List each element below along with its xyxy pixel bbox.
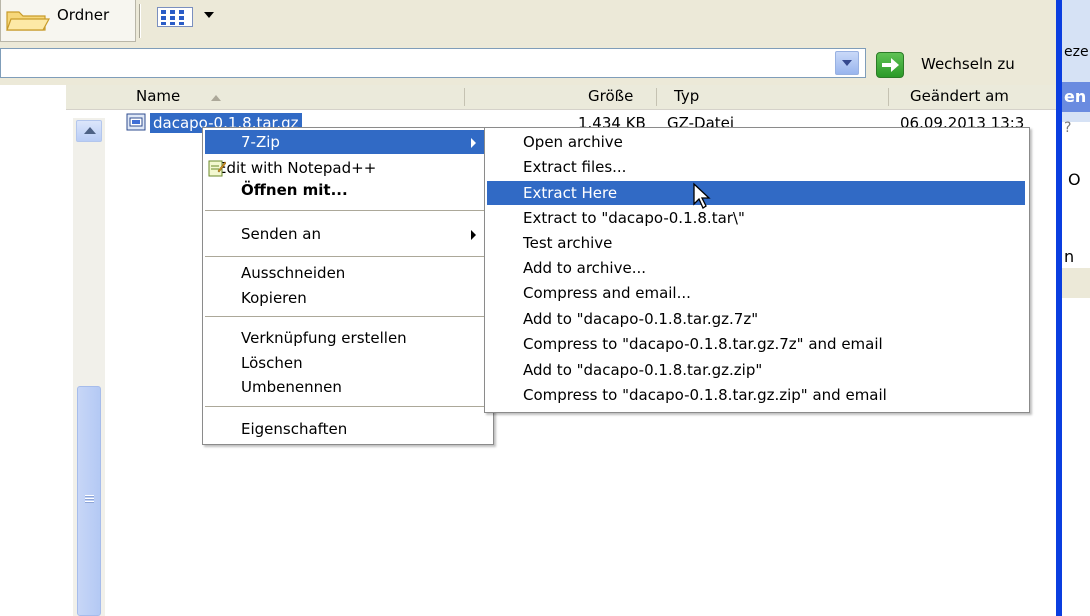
menu-item-create-shortcut[interactable]: Verknüpfung erstellen	[205, 326, 491, 350]
background-window-text: ?	[1064, 120, 1072, 136]
column-type[interactable]: Typ	[674, 87, 699, 105]
background-window-text: O	[1068, 170, 1081, 189]
column-name[interactable]: Name	[136, 87, 180, 105]
background-window-caption: en	[1062, 82, 1090, 112]
archive-file-icon	[126, 113, 146, 131]
go-label: Wechseln zu	[921, 55, 1015, 73]
column-divider[interactable]	[656, 88, 657, 106]
menu-item-label: Kopieren	[241, 289, 307, 307]
menu-item-delete[interactable]: Löschen	[205, 351, 491, 375]
menu-item-test-archive[interactable]: Test archive	[487, 231, 1027, 255]
menu-item-label: Verknüpfung erstellen	[241, 329, 407, 347]
sort-ascending-icon	[211, 95, 221, 101]
notepad-icon	[208, 160, 226, 177]
column-divider[interactable]	[464, 88, 465, 106]
menu-item-label: Löschen	[241, 354, 303, 372]
menu-item-open-with[interactable]: Öffnen mit...	[205, 178, 491, 202]
menu-item-label: Open archive	[523, 133, 623, 151]
menu-item-label: Extract to "dacapo-0.1.8.tar\"	[523, 209, 745, 227]
menu-item-extract-here[interactable]: Extract Here	[487, 181, 1025, 205]
seven-zip-submenu: Open archive Extract files... Extract He…	[484, 127, 1030, 413]
menu-item-label: Extract Here	[523, 184, 618, 202]
menu-item-extract-files[interactable]: Extract files...	[487, 155, 1027, 179]
mouse-cursor-icon	[693, 182, 711, 209]
column-header: Name Größe Typ Geändert am	[66, 85, 1056, 110]
menu-item-label: 7-Zip	[241, 133, 280, 151]
go-button[interactable]: Wechseln zu	[876, 51, 1052, 79]
grip-icon	[85, 495, 94, 503]
menu-item-add-to-zip[interactable]: Add to "dacapo-0.1.8.tar.gz.zip"	[487, 358, 1027, 382]
toolbar-separator	[139, 4, 141, 38]
menu-item-label: Umbenennen	[241, 378, 342, 396]
scroll-up-button[interactable]	[76, 120, 102, 142]
menu-item-label: Compress to "dacapo-0.1.8.tar.gz.7z" and…	[523, 335, 883, 353]
menu-item-copy[interactable]: Kopieren	[205, 286, 491, 310]
background-window-panel	[1062, 268, 1090, 298]
address-dropdown-button[interactable]	[835, 51, 859, 75]
menu-item-label: Senden an	[241, 225, 321, 243]
menu-item-properties[interactable]: Eigenschaften	[205, 417, 491, 441]
folders-button[interactable]: Ordner	[0, 0, 136, 42]
menu-item-label: Add to "dacapo-0.1.8.tar.gz.7z"	[523, 310, 759, 328]
menu-item-label: Extract files...	[523, 158, 627, 176]
toolbar: Ordner	[0, 0, 1056, 42]
menu-item-label: Edit with Notepad++	[217, 159, 377, 177]
menu-item-label: Eigenschaften	[241, 420, 348, 438]
menu-item-label: Test archive	[523, 234, 613, 252]
menu-item-cut[interactable]: Ausschneiden	[205, 261, 491, 285]
folders-label: Ordner	[57, 6, 110, 24]
menu-item-rename[interactable]: Umbenennen	[205, 375, 491, 399]
column-size[interactable]: Größe	[588, 87, 633, 105]
menu-separator	[205, 256, 491, 257]
menu-item-label: Öffnen mit...	[241, 181, 348, 199]
views-button[interactable]	[152, 4, 232, 30]
menu-item-add-to-archive[interactable]: Add to archive...	[487, 256, 1027, 280]
address-bar: Wechseln zu	[0, 42, 1056, 85]
background-window-text: eze	[1064, 44, 1089, 60]
menu-item-label: Add to "dacapo-0.1.8.tar.gz.zip"	[523, 361, 763, 379]
context-menu: 7-Zip Edit with Notepad++ Öffnen mit... …	[202, 127, 494, 445]
address-input[interactable]	[0, 48, 866, 78]
menu-item-label: Compress and email...	[523, 284, 691, 302]
folder-icon	[6, 11, 51, 31]
column-divider[interactable]	[888, 88, 889, 106]
menu-item-open-archive[interactable]: Open archive	[487, 130, 1027, 154]
background-window-text: n	[1064, 247, 1075, 266]
chevron-up-icon	[84, 127, 96, 134]
chevron-down-icon	[204, 12, 214, 18]
menu-item-label: Compress to "dacapo-0.1.8.tar.gz.zip" an…	[523, 386, 887, 404]
menu-item-notepad[interactable]: Edit with Notepad++	[205, 156, 491, 180]
menu-separator	[205, 210, 491, 211]
scroll-thumb[interactable]	[77, 386, 101, 616]
menu-item-send-to[interactable]: Senden an	[205, 222, 491, 246]
menu-item-label: Ausschneiden	[241, 264, 346, 282]
menu-item-compress-email[interactable]: Compress and email...	[487, 281, 1027, 305]
menu-item-7zip[interactable]: 7-Zip	[205, 130, 491, 154]
window-border	[1056, 0, 1062, 616]
menu-item-label: Add to archive...	[523, 259, 646, 277]
chevron-down-icon	[842, 60, 852, 66]
menu-separator	[205, 406, 491, 407]
menu-item-compress-7z-email[interactable]: Compress to "dacapo-0.1.8.tar.gz.7z" and…	[487, 332, 1027, 356]
views-icon	[157, 7, 193, 27]
go-arrow-icon	[876, 52, 904, 78]
vertical-scrollbar[interactable]	[73, 118, 105, 616]
menu-item-add-to-7z[interactable]: Add to "dacapo-0.1.8.tar.gz.7z"	[487, 307, 1027, 331]
menu-item-extract-to[interactable]: Extract to "dacapo-0.1.8.tar\"	[487, 206, 1027, 230]
menu-item-compress-zip-email[interactable]: Compress to "dacapo-0.1.8.tar.gz.zip" an…	[487, 383, 1027, 407]
menu-separator	[205, 316, 491, 317]
column-modified[interactable]: Geändert am	[910, 87, 1009, 105]
submenu-arrow-icon	[471, 230, 476, 240]
submenu-arrow-icon	[471, 138, 476, 148]
